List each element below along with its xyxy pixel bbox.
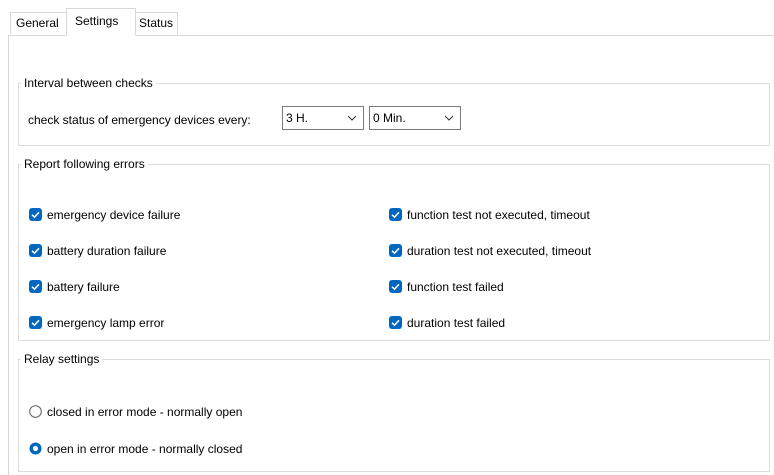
checkbox-label: duration test not executed, timeout [407,244,592,258]
checkbox-label: function test failed [407,280,504,294]
checkbox-duration-test-failed[interactable]: duration test failed [389,314,505,332]
checkbox-checked-icon [389,316,402,329]
checkbox-label: battery duration failure [47,244,167,258]
checkbox-checked-icon [389,280,402,293]
checkbox-label: emergency lamp error [47,316,165,330]
errors-group-legend: Report following errors [24,157,145,171]
interval-label: check status of emergency devices every: [28,113,251,127]
hours-dropdown[interactable]: 3 H. [282,106,364,130]
checkbox-label: battery failure [47,280,120,294]
tab-settings[interactable]: Settings [66,8,136,36]
tab-general[interactable]: General [10,12,68,34]
checkbox-checked-icon [29,316,42,329]
minutes-dropdown[interactable]: 0 Min. [369,106,461,130]
checkbox-label: emergency device failure [47,208,181,222]
checkbox-function-test-failed[interactable]: function test failed [389,278,504,296]
checkbox-label: function test not executed, timeout [407,208,590,222]
radio-open-in-error-mode[interactable]: open in error mode - normally closed [29,440,242,458]
checkbox-function-test-not-executed[interactable]: function test not executed, timeout [389,206,590,224]
checkbox-checked-icon [29,208,42,221]
radio-unselected-icon [29,405,42,418]
checkbox-checked-icon [389,208,402,221]
tab-status[interactable]: Status [134,12,178,34]
radio-label: closed in error mode - normally open [47,405,243,419]
checkbox-battery-duration-failure[interactable]: battery duration failure [29,242,166,260]
checkbox-battery-failure[interactable]: battery failure [29,278,120,296]
checkbox-emergency-lamp-error[interactable]: emergency lamp error [29,314,164,332]
minutes-dropdown-value: 0 Min. [373,111,406,125]
interval-group-legend: Interval between checks [24,76,153,90]
chevron-down-icon [444,115,454,121]
checkbox-emergency-device-failure[interactable]: emergency device failure [29,206,180,224]
radio-closed-in-error-mode[interactable]: closed in error mode - normally open [29,403,242,421]
checkbox-duration-test-not-executed[interactable]: duration test not executed, timeout [389,242,591,260]
checkbox-checked-icon [29,280,42,293]
relay-group-legend: Relay settings [24,352,100,366]
chevron-down-icon [347,115,357,121]
hours-dropdown-value: 3 H. [286,111,309,125]
checkbox-checked-icon [29,244,42,257]
radio-selected-icon [29,442,42,455]
tab-bar: General Settings Status [0,0,774,36]
checkbox-label: duration test failed [407,316,506,330]
checkbox-checked-icon [389,244,402,257]
radio-label: open in error mode - normally closed [47,442,243,456]
